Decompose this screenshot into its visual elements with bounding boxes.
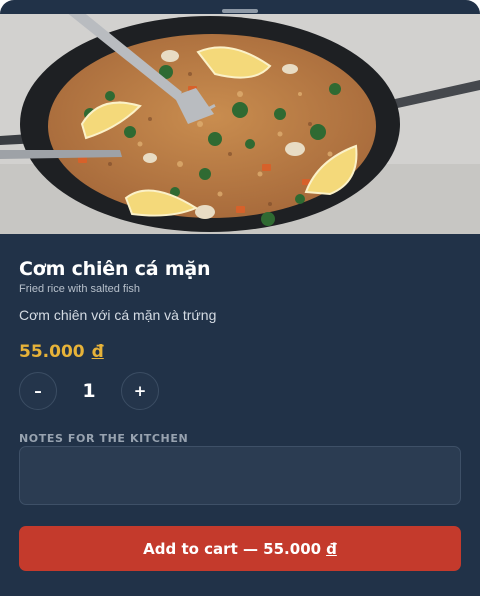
add-to-cart-sheet: Cơm chiên cá mặn Fried rice with salted … xyxy=(0,0,480,596)
dish-photo xyxy=(0,14,480,234)
dish-details: Cơm chiên cá mặn Fried rice with salted … xyxy=(19,256,461,505)
price-currency: đ xyxy=(91,342,104,362)
add-to-cart-button[interactable]: Add to cart — 55.000 đ xyxy=(19,526,461,571)
kitchen-notes-input[interactable] xyxy=(19,446,461,505)
sheet-grabber-handle[interactable] xyxy=(222,9,258,13)
price-amount: 55.000 xyxy=(19,342,85,362)
increment-quantity-button[interactable]: + xyxy=(121,372,159,410)
dish-price: 55.000 đ xyxy=(19,342,104,362)
notes-label: NOTES FOR THE KITCHEN xyxy=(19,432,189,445)
dish-subtitle: Fried rice with salted fish xyxy=(19,283,141,295)
decrement-quantity-button[interactable]: – xyxy=(19,372,57,410)
quantity-value: 1 xyxy=(82,380,96,402)
dish-name: Cơm chiên cá mặn xyxy=(19,258,211,280)
quantity-stepper: – 1 + xyxy=(19,372,159,410)
dish-description: Cơm chiên với cá mặn và trứng xyxy=(19,307,217,323)
dish-photo-illustration xyxy=(0,14,480,234)
add-to-cart-label: Add to cart — 55.000 xyxy=(143,539,322,558)
add-to-cart-currency: đ xyxy=(326,539,337,558)
